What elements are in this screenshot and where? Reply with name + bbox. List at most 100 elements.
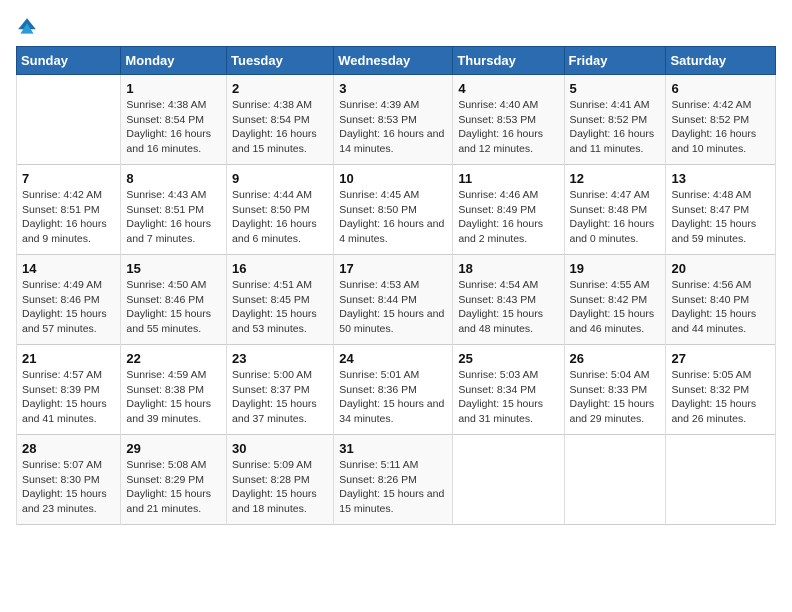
day-number: 1 xyxy=(126,81,221,96)
logo xyxy=(16,16,40,38)
calendar-cell: 19 Sunrise: 4:55 AMSunset: 8:42 PMDaylig… xyxy=(564,255,666,345)
day-number: 9 xyxy=(232,171,328,186)
day-info: Sunrise: 5:01 AMSunset: 8:36 PMDaylight:… xyxy=(339,369,444,425)
calendar-cell: 26 Sunrise: 5:04 AMSunset: 8:33 PMDaylig… xyxy=(564,345,666,435)
calendar-cell: 6 Sunrise: 4:42 AMSunset: 8:52 PMDayligh… xyxy=(666,75,776,165)
calendar-cell: 17 Sunrise: 4:53 AMSunset: 8:44 PMDaylig… xyxy=(334,255,453,345)
calendar-cell: 8 Sunrise: 4:43 AMSunset: 8:51 PMDayligh… xyxy=(121,165,227,255)
day-info: Sunrise: 4:39 AMSunset: 8:53 PMDaylight:… xyxy=(339,99,444,155)
day-number: 27 xyxy=(671,351,770,366)
day-info: Sunrise: 4:48 AMSunset: 8:47 PMDaylight:… xyxy=(671,189,756,245)
day-info: Sunrise: 4:56 AMSunset: 8:40 PMDaylight:… xyxy=(671,279,756,335)
calendar-cell: 21 Sunrise: 4:57 AMSunset: 8:39 PMDaylig… xyxy=(17,345,121,435)
day-info: Sunrise: 5:00 AMSunset: 8:37 PMDaylight:… xyxy=(232,369,317,425)
page-header xyxy=(16,16,776,38)
calendar-cell: 4 Sunrise: 4:40 AMSunset: 8:53 PMDayligh… xyxy=(453,75,564,165)
day-number: 13 xyxy=(671,171,770,186)
calendar-cell: 3 Sunrise: 4:39 AMSunset: 8:53 PMDayligh… xyxy=(334,75,453,165)
day-number: 15 xyxy=(126,261,221,276)
day-info: Sunrise: 4:38 AMSunset: 8:54 PMDaylight:… xyxy=(232,99,317,155)
day-number: 23 xyxy=(232,351,328,366)
day-number: 14 xyxy=(22,261,115,276)
calendar-cell: 25 Sunrise: 5:03 AMSunset: 8:34 PMDaylig… xyxy=(453,345,564,435)
day-info: Sunrise: 4:45 AMSunset: 8:50 PMDaylight:… xyxy=(339,189,444,245)
calendar-cell: 18 Sunrise: 4:54 AMSunset: 8:43 PMDaylig… xyxy=(453,255,564,345)
calendar-cell: 5 Sunrise: 4:41 AMSunset: 8:52 PMDayligh… xyxy=(564,75,666,165)
calendar-cell: 22 Sunrise: 4:59 AMSunset: 8:38 PMDaylig… xyxy=(121,345,227,435)
calendar-cell: 7 Sunrise: 4:42 AMSunset: 8:51 PMDayligh… xyxy=(17,165,121,255)
day-number: 21 xyxy=(22,351,115,366)
day-number: 7 xyxy=(22,171,115,186)
calendar-cell: 15 Sunrise: 4:50 AMSunset: 8:46 PMDaylig… xyxy=(121,255,227,345)
day-number: 24 xyxy=(339,351,447,366)
day-info: Sunrise: 4:43 AMSunset: 8:51 PMDaylight:… xyxy=(126,189,211,245)
day-number: 17 xyxy=(339,261,447,276)
day-info: Sunrise: 4:59 AMSunset: 8:38 PMDaylight:… xyxy=(126,369,211,425)
day-info: Sunrise: 4:42 AMSunset: 8:51 PMDaylight:… xyxy=(22,189,107,245)
day-number: 4 xyxy=(458,81,558,96)
weekday-header: Tuesday xyxy=(227,47,334,75)
day-number: 10 xyxy=(339,171,447,186)
day-number: 29 xyxy=(126,441,221,456)
calendar-cell: 31 Sunrise: 5:11 AMSunset: 8:26 PMDaylig… xyxy=(334,435,453,525)
calendar-cell: 30 Sunrise: 5:09 AMSunset: 8:28 PMDaylig… xyxy=(227,435,334,525)
calendar-cell xyxy=(666,435,776,525)
day-number: 20 xyxy=(671,261,770,276)
day-number: 31 xyxy=(339,441,447,456)
day-number: 11 xyxy=(458,171,558,186)
day-number: 16 xyxy=(232,261,328,276)
logo-icon xyxy=(16,16,38,38)
calendar-cell: 16 Sunrise: 4:51 AMSunset: 8:45 PMDaylig… xyxy=(227,255,334,345)
calendar-week-row: 1 Sunrise: 4:38 AMSunset: 8:54 PMDayligh… xyxy=(17,75,776,165)
calendar-cell: 23 Sunrise: 5:00 AMSunset: 8:37 PMDaylig… xyxy=(227,345,334,435)
day-info: Sunrise: 5:08 AMSunset: 8:29 PMDaylight:… xyxy=(126,459,211,515)
day-info: Sunrise: 5:09 AMSunset: 8:28 PMDaylight:… xyxy=(232,459,317,515)
weekday-header: Sunday xyxy=(17,47,121,75)
day-number: 18 xyxy=(458,261,558,276)
calendar-week-row: 14 Sunrise: 4:49 AMSunset: 8:46 PMDaylig… xyxy=(17,255,776,345)
calendar-week-row: 21 Sunrise: 4:57 AMSunset: 8:39 PMDaylig… xyxy=(17,345,776,435)
calendar-cell: 11 Sunrise: 4:46 AMSunset: 8:49 PMDaylig… xyxy=(453,165,564,255)
day-info: Sunrise: 4:51 AMSunset: 8:45 PMDaylight:… xyxy=(232,279,317,335)
day-number: 22 xyxy=(126,351,221,366)
day-info: Sunrise: 4:38 AMSunset: 8:54 PMDaylight:… xyxy=(126,99,211,155)
calendar-cell: 2 Sunrise: 4:38 AMSunset: 8:54 PMDayligh… xyxy=(227,75,334,165)
day-info: Sunrise: 4:50 AMSunset: 8:46 PMDaylight:… xyxy=(126,279,211,335)
calendar-cell: 10 Sunrise: 4:45 AMSunset: 8:50 PMDaylig… xyxy=(334,165,453,255)
calendar-cell xyxy=(564,435,666,525)
day-info: Sunrise: 5:03 AMSunset: 8:34 PMDaylight:… xyxy=(458,369,543,425)
calendar-cell: 12 Sunrise: 4:47 AMSunset: 8:48 PMDaylig… xyxy=(564,165,666,255)
day-info: Sunrise: 4:42 AMSunset: 8:52 PMDaylight:… xyxy=(671,99,756,155)
weekday-header: Saturday xyxy=(666,47,776,75)
day-info: Sunrise: 5:11 AMSunset: 8:26 PMDaylight:… xyxy=(339,459,444,515)
day-info: Sunrise: 4:46 AMSunset: 8:49 PMDaylight:… xyxy=(458,189,543,245)
calendar-cell: 28 Sunrise: 5:07 AMSunset: 8:30 PMDaylig… xyxy=(17,435,121,525)
weekday-header: Wednesday xyxy=(334,47,453,75)
day-info: Sunrise: 5:07 AMSunset: 8:30 PMDaylight:… xyxy=(22,459,107,515)
day-info: Sunrise: 4:44 AMSunset: 8:50 PMDaylight:… xyxy=(232,189,317,245)
calendar-week-row: 28 Sunrise: 5:07 AMSunset: 8:30 PMDaylig… xyxy=(17,435,776,525)
calendar-cell: 20 Sunrise: 4:56 AMSunset: 8:40 PMDaylig… xyxy=(666,255,776,345)
calendar-cell: 9 Sunrise: 4:44 AMSunset: 8:50 PMDayligh… xyxy=(227,165,334,255)
weekday-header: Monday xyxy=(121,47,227,75)
calendar-header: SundayMondayTuesdayWednesdayThursdayFrid… xyxy=(17,47,776,75)
day-info: Sunrise: 4:47 AMSunset: 8:48 PMDaylight:… xyxy=(570,189,655,245)
day-info: Sunrise: 4:57 AMSunset: 8:39 PMDaylight:… xyxy=(22,369,107,425)
day-info: Sunrise: 5:04 AMSunset: 8:33 PMDaylight:… xyxy=(570,369,655,425)
day-number: 6 xyxy=(671,81,770,96)
day-number: 25 xyxy=(458,351,558,366)
day-info: Sunrise: 4:55 AMSunset: 8:42 PMDaylight:… xyxy=(570,279,655,335)
day-number: 28 xyxy=(22,441,115,456)
calendar-week-row: 7 Sunrise: 4:42 AMSunset: 8:51 PMDayligh… xyxy=(17,165,776,255)
calendar-cell: 27 Sunrise: 5:05 AMSunset: 8:32 PMDaylig… xyxy=(666,345,776,435)
day-info: Sunrise: 4:41 AMSunset: 8:52 PMDaylight:… xyxy=(570,99,655,155)
day-number: 12 xyxy=(570,171,661,186)
day-number: 26 xyxy=(570,351,661,366)
day-number: 30 xyxy=(232,441,328,456)
day-info: Sunrise: 4:40 AMSunset: 8:53 PMDaylight:… xyxy=(458,99,543,155)
day-number: 8 xyxy=(126,171,221,186)
calendar-cell xyxy=(453,435,564,525)
day-info: Sunrise: 4:54 AMSunset: 8:43 PMDaylight:… xyxy=(458,279,543,335)
day-number: 3 xyxy=(339,81,447,96)
day-info: Sunrise: 5:05 AMSunset: 8:32 PMDaylight:… xyxy=(671,369,756,425)
